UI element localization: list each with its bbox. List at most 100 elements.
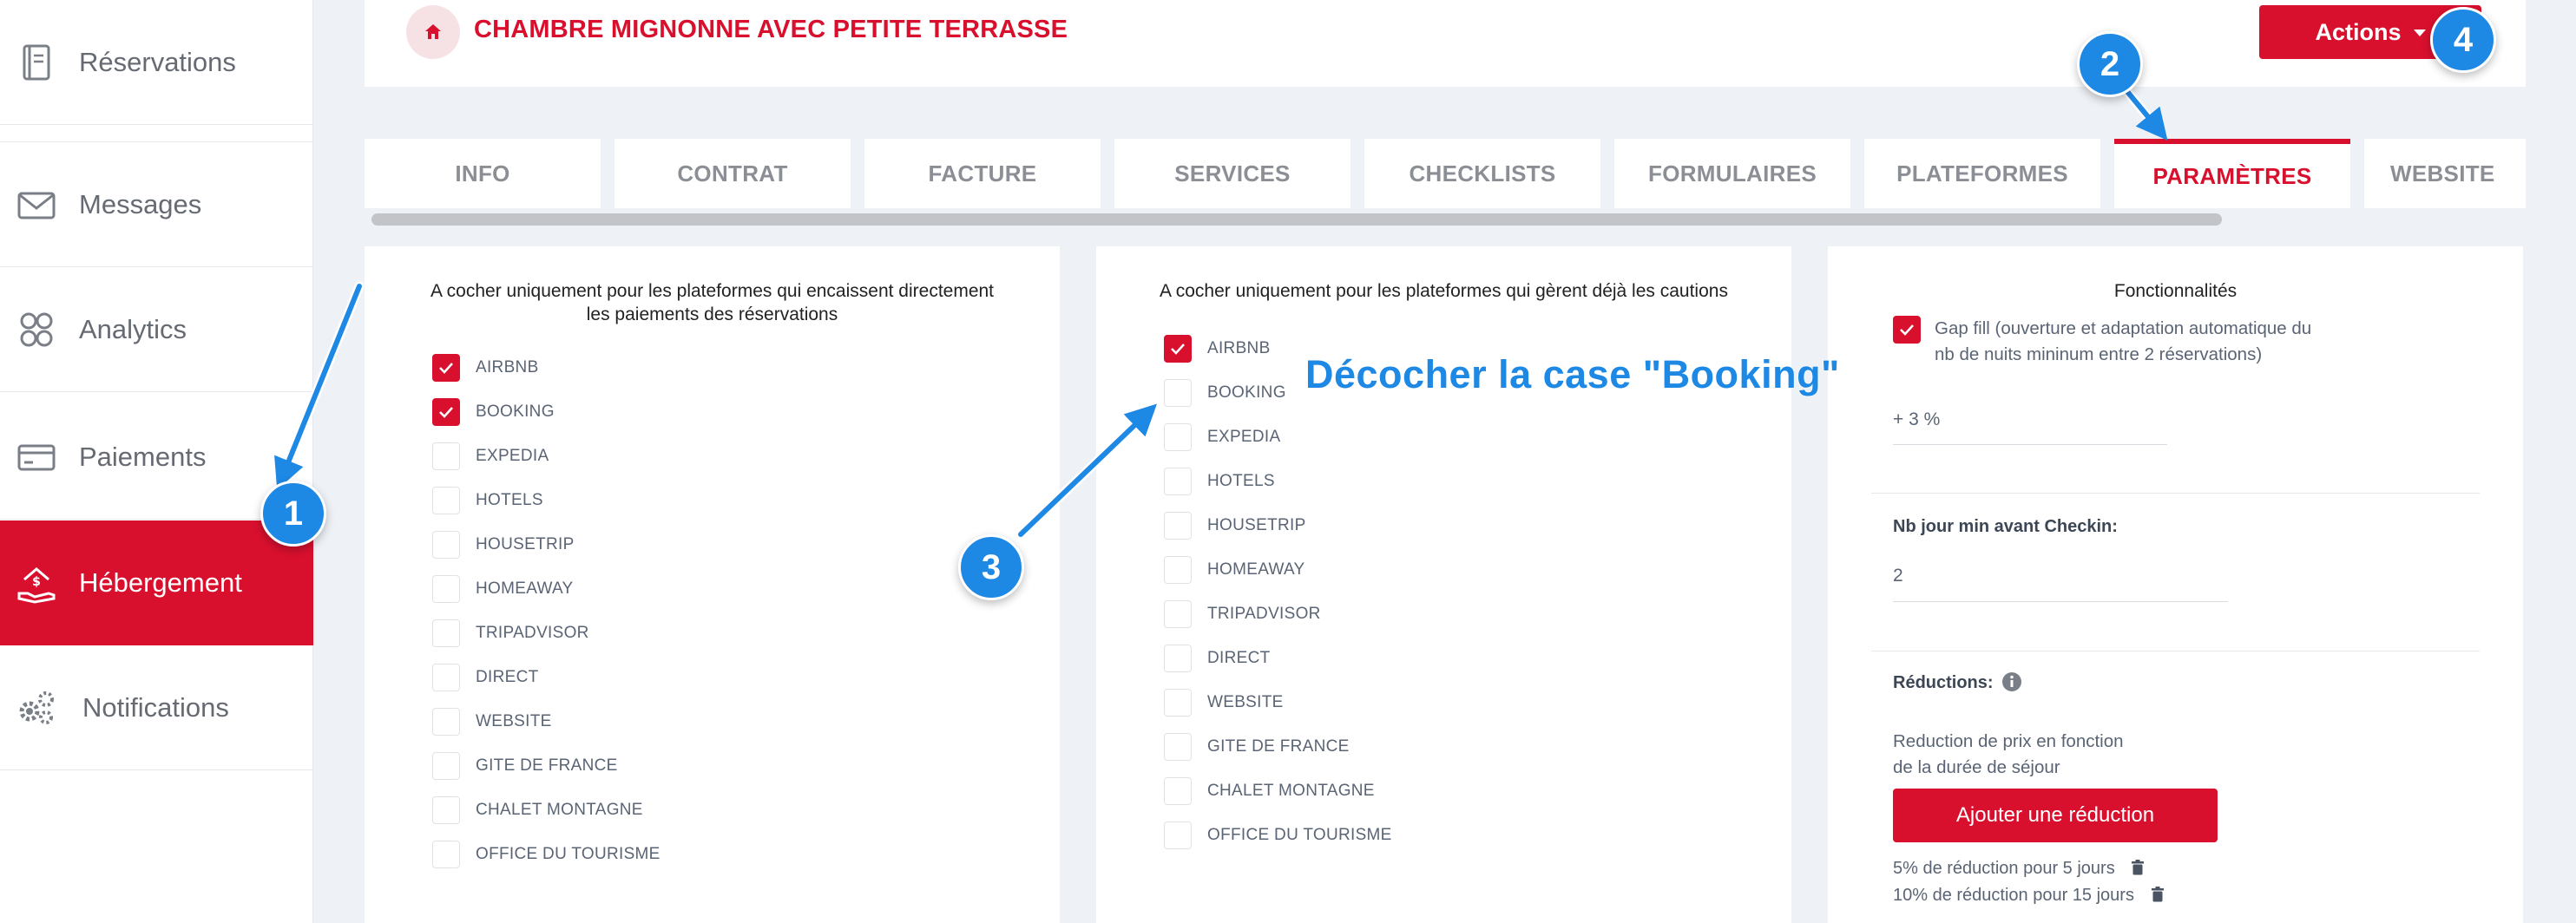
step-badge-2: 2 [2077, 31, 2143, 97]
tab-formulaires[interactable]: FORMULAIRES [1614, 139, 1850, 208]
platform-label: CHALET MONTAGNE [476, 801, 643, 819]
platform-checkbox[interactable] [432, 752, 460, 780]
platform-row: OFFICE DU TOURISME [1164, 821, 1392, 850]
tab-label: FACTURE [928, 160, 1037, 187]
sidebar-item-label: Hébergement [79, 566, 242, 598]
platform-checkbox[interactable] [432, 487, 460, 514]
platform-checkbox[interactable] [432, 664, 460, 691]
home-icon [425, 24, 441, 39]
platform-row: BOOKING [432, 397, 555, 427]
tab-label: PARAMÈTRES [2152, 162, 2312, 189]
tab-checklists[interactable]: CHECKLISTS [1364, 139, 1600, 208]
tab-website[interactable]: WEBSITE [2364, 139, 2526, 208]
platform-label: WEBSITE [1207, 693, 1284, 711]
sidebar-item-analytics[interactable]: Analytics [0, 267, 313, 392]
gap-fill-label: Gap fill (ouverture et adaptation automa… [1935, 316, 2311, 368]
platform-checkbox[interactable] [432, 398, 460, 426]
home-button[interactable] [406, 5, 460, 59]
reduction-description-line: Reduction de prix en fonction [1893, 731, 2124, 751]
step-badge-3: 3 [958, 534, 1024, 600]
platform-checkbox[interactable] [432, 708, 460, 736]
platform-checkbox[interactable] [1164, 556, 1192, 584]
payments-panel-title-line: les paiements des réservations [586, 304, 838, 324]
platform-checkbox[interactable] [1164, 689, 1192, 717]
platform-label: AIRBNB [476, 358, 539, 376]
platform-checkbox[interactable] [1164, 379, 1192, 407]
platform-checkbox[interactable] [1164, 733, 1192, 761]
platform-checkbox[interactable] [432, 354, 460, 382]
tab-services[interactable]: SERVICES [1114, 139, 1350, 208]
platform-row: AIRBNB [432, 353, 539, 383]
sidebar-item-messages[interactable]: Messages [0, 142, 313, 267]
gap-fill-label-line: Gap fill (ouverture et adaptation automa… [1935, 318, 2312, 338]
platform-label: HOTELS [1207, 472, 1275, 490]
platform-row: DIRECT [432, 663, 539, 692]
reduction-item-label: 10% de réduction pour 15 jours [1893, 886, 2134, 905]
tab-facture[interactable]: FACTURE [864, 139, 1101, 208]
platform-label: HOMEAWAY [1207, 560, 1305, 579]
actions-label: Actions [2315, 18, 2402, 45]
reduction-item: 5% de réduction pour 5 jours [1893, 859, 2146, 879]
tab-label: SERVICES [1174, 160, 1291, 187]
checkmark-icon [1171, 344, 1185, 355]
tabs-scrollbar[interactable] [371, 213, 2222, 226]
gap-fill-percent-field[interactable]: + 3 % [1893, 409, 1940, 430]
reduction-item-label: 5% de réduction pour 5 jours [1893, 859, 2115, 878]
platform-label: BOOKING [1207, 383, 1286, 402]
gears-icon [19, 691, 54, 724]
platform-checkbox[interactable] [432, 531, 460, 559]
tab-parametres[interactable]: PARAMÈTRES [2114, 139, 2350, 208]
sidebar-item-notifications[interactable]: Notifications [0, 645, 313, 770]
platform-row: HOUSETRIP [432, 530, 575, 560]
platform-row: BOOKING [1164, 378, 1286, 408]
platform-label: WEBSITE [476, 712, 552, 730]
house-hand-icon: $ [17, 566, 56, 604]
tab-contrat[interactable]: CONTRAT [614, 139, 851, 208]
tab-plateformes[interactable]: PLATEFORMES [1864, 139, 2100, 208]
page-title: CHAMBRE MIGNONNE AVEC PETITE TERRASSE [474, 16, 1068, 43]
platform-checkbox[interactable] [1164, 822, 1192, 849]
sidebar-item-reservations-spacer [0, 17, 313, 142]
platform-label: EXPEDIA [476, 447, 549, 465]
platform-label: HOTELS [476, 491, 543, 509]
platform-checkbox[interactable] [432, 841, 460, 868]
platform-checkbox[interactable] [432, 619, 460, 647]
platform-checkbox[interactable] [1164, 600, 1192, 628]
platform-checkbox[interactable] [432, 442, 460, 470]
platform-label: GITE DE FRANCE [1207, 737, 1350, 756]
platform-checkbox[interactable] [1164, 645, 1192, 672]
platform-checkbox[interactable] [1164, 777, 1192, 805]
trash-icon[interactable] [2150, 886, 2165, 903]
platform-row: AIRBNB [1164, 334, 1271, 363]
platform-checkbox[interactable] [1164, 512, 1192, 540]
info-icon[interactable] [2001, 671, 2022, 692]
add-reduction-button[interactable]: Ajouter une réduction [1893, 789, 2218, 842]
arrow-to-parametres [2122, 86, 2168, 141]
sidebar-item-label: Messages [79, 188, 202, 219]
platform-row: OFFICE DU TOURISME [432, 840, 660, 869]
min-days-input[interactable]: 2 [1893, 566, 1903, 586]
platform-checkbox[interactable] [432, 796, 460, 824]
platform-label: EXPEDIA [1207, 428, 1281, 446]
tab-label: INFO [455, 160, 510, 187]
platform-row: HOTELS [1164, 467, 1275, 496]
platform-label: TRIPADVISOR [1207, 605, 1321, 623]
platform-checkbox[interactable] [432, 575, 460, 603]
tab-label: CONTRAT [677, 160, 788, 187]
platform-row: WEBSITE [1164, 688, 1284, 717]
trash-icon[interactable] [2130, 859, 2146, 876]
credit-card-icon [17, 444, 56, 470]
platform-checkbox[interactable] [1164, 423, 1192, 451]
platform-row: HOMEAWAY [1164, 555, 1305, 585]
gap-fill-checkbox[interactable] [1893, 316, 1921, 344]
platform-checkbox[interactable] [1164, 335, 1192, 363]
sidebar-item-hebergement[interactable]: $ Hébergement [0, 520, 313, 645]
platform-row: TRIPADVISOR [432, 619, 589, 648]
platform-label: BOOKING [476, 403, 555, 421]
platform-checkbox[interactable] [1164, 468, 1192, 495]
tab-info[interactable]: INFO [365, 139, 601, 208]
payments-panel-title-line: A cocher uniquement pour les plateformes… [430, 281, 995, 301]
tab-label: PLATEFORMES [1896, 160, 2068, 187]
tab-label: FORMULAIRES [1648, 160, 1817, 187]
platform-row: HOTELS [432, 486, 543, 515]
